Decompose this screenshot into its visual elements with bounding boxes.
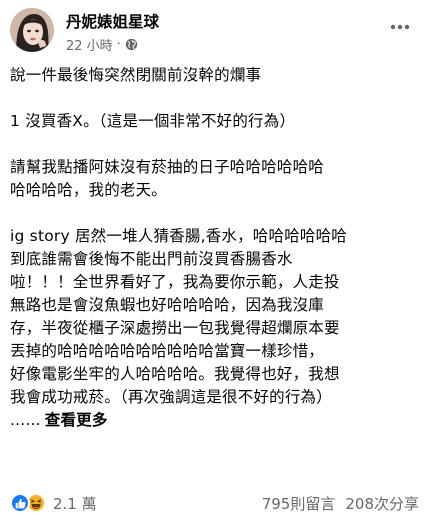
facebook-post: 丹妮婊姐星球 22 小時 · 說一件最後悔突然閉關前沒幹的爛事 1 沒買香X。（… <box>0 0 427 520</box>
more-options-icon[interactable] <box>387 16 413 38</box>
post-line: 存，半夜從櫃子深處撈出一包我覺得超爛原本要 <box>10 319 340 337</box>
page-name[interactable]: 丹妮婊姐星球 <box>66 10 159 32</box>
post-header: 丹妮婊姐星球 22 小時 · <box>0 0 427 60</box>
post-line: 到底誰需會後悔不能出門前沒買香腸香水 <box>10 250 293 268</box>
ellipsis: ...... <box>10 411 41 429</box>
post-footer: 2.1 萬 795則留言 208次分享 <box>0 488 427 518</box>
see-more-link[interactable]: 查看更多 <box>45 411 108 429</box>
reactions-summary[interactable]: 2.1 萬 <box>10 488 97 518</box>
globe-icon[interactable] <box>125 38 138 51</box>
post-line: 1 沒買香X。（這是一個非常不好的行為） <box>10 112 296 130</box>
see-more-row: ...... 查看更多 <box>10 409 418 432</box>
post-line: 好像電影坐牢的人哈哈哈哈。我覺得也好，我想 <box>10 365 340 383</box>
share-count[interactable]: 208次分享 <box>345 493 419 514</box>
post-body: 說一件最後悔突然閉關前沒幹的爛事 1 沒買香X。（這是一個非常不好的行為） 請幫… <box>10 64 418 432</box>
avatar[interactable] <box>10 8 54 52</box>
like-reaction-icon <box>10 493 30 513</box>
post-line: 丟掉的哈哈哈哈哈哈哈哈哈哈當寶一樣珍惜， <box>10 342 325 360</box>
avatar-image <box>10 8 54 52</box>
post-line: 啦！！！全世界看好了，我為要你示範，人走投 <box>10 273 340 291</box>
post-line: 說一件最後悔突然閉關前沒幹的爛事 <box>10 66 262 84</box>
post-timestamp[interactable]: 22 小時 <box>66 35 113 54</box>
engagement-counts: 795則留言 208次分享 <box>262 488 419 518</box>
post-line: ig story 居然一堆人猜香腸,香水，哈哈哈哈哈哈 <box>10 227 348 245</box>
post-line: 哈哈哈哈，我的老天。 <box>10 181 168 199</box>
meta-separator: · <box>116 36 121 52</box>
comment-count[interactable]: 795則留言 <box>262 493 336 514</box>
reaction-count: 2.1 萬 <box>53 494 97 513</box>
post-line: 我會成功戒菸。（再次強調這是很不好的行為） <box>10 388 332 406</box>
post-meta: 22 小時 · <box>66 35 138 54</box>
post-line: 無路也是會沒魚蝦也好哈哈哈哈，因為我沒庫 <box>10 296 325 314</box>
post-line: 請幫我點播阿妹沒有菸抽的日子哈哈哈哈哈哈 <box>10 158 325 176</box>
